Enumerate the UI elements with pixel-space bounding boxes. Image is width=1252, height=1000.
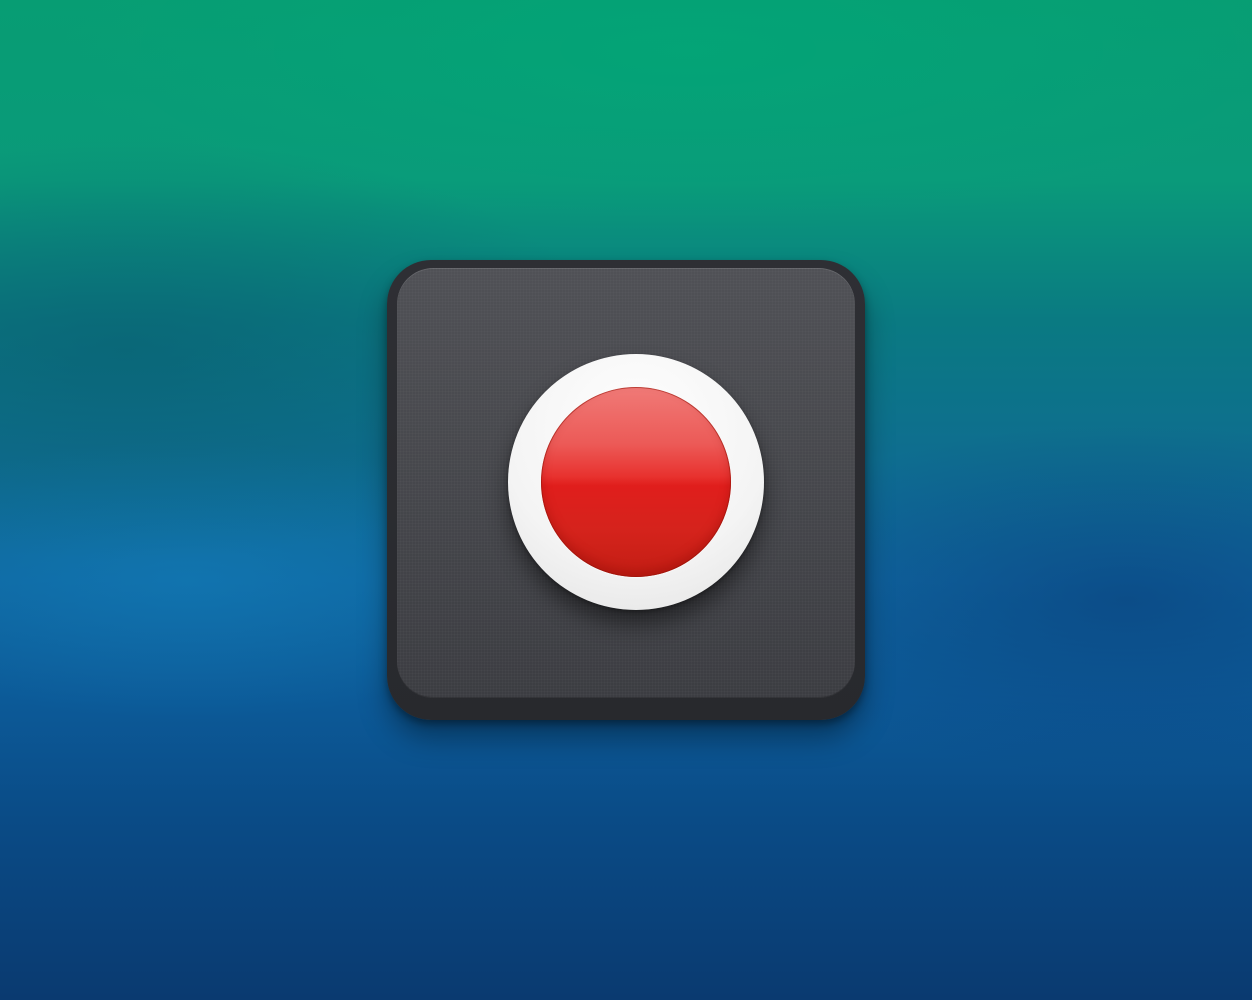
record-app-icon[interactable] [387,260,865,720]
icon-face [397,268,855,698]
record-icon[interactable] [541,387,731,577]
record-button-ring [508,354,764,610]
blurred-background [0,0,1252,1000]
